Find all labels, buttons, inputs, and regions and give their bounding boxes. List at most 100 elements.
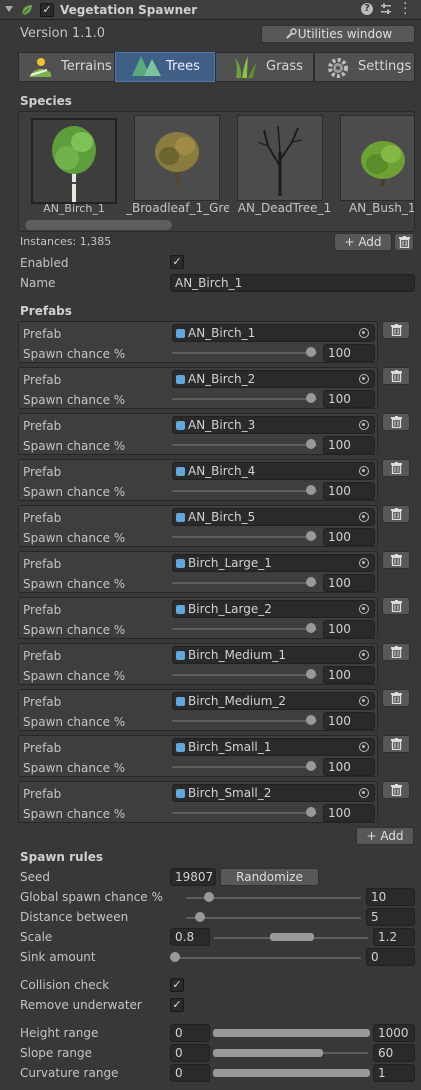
object-picker-icon[interactable]	[359, 374, 369, 384]
remove-prefab-button[interactable]	[382, 551, 410, 569]
tab-terrains[interactable]: Terrains	[18, 52, 115, 82]
component-enabled-checkbox[interactable]: ✓	[40, 3, 54, 17]
spawn-chance-field[interactable]: 100	[323, 758, 375, 776]
species-thumb-3[interactable]	[340, 115, 414, 201]
spawn-chance-field[interactable]: 100	[323, 482, 375, 500]
remove-prefab-button[interactable]	[382, 597, 410, 615]
curvature-min-field[interactable]: 0	[170, 1064, 210, 1082]
spawn-chance-field[interactable]: 100	[323, 620, 375, 638]
spawn-chance-track[interactable]	[172, 398, 317, 400]
prefab-object-field[interactable]: Birch_Large_1	[172, 554, 375, 572]
species-thumb-0[interactable]	[31, 118, 117, 204]
slope-max-field[interactable]: 60	[373, 1044, 415, 1062]
spawn-chance-knob[interactable]	[306, 807, 316, 817]
spawn-chance-field[interactable]: 100	[323, 574, 375, 592]
distance-knob[interactable]	[194, 912, 205, 922]
remove-prefab-button[interactable]	[382, 505, 410, 523]
prefab-object-field[interactable]: Birch_Small_2	[172, 784, 375, 802]
spawn-chance-track[interactable]	[172, 536, 317, 538]
randomize-button[interactable]: Randomize	[220, 868, 319, 886]
tab-grass[interactable]: Grass	[215, 52, 314, 82]
help-icon[interactable]: ?	[361, 3, 373, 15]
object-picker-icon[interactable]	[359, 512, 369, 522]
add-prefab-button[interactable]: + Add	[356, 827, 414, 845]
species-thumb-1[interactable]	[134, 115, 220, 201]
collision-check-checkbox[interactable]: ✓	[170, 978, 184, 992]
spawn-chance-track[interactable]	[172, 674, 317, 676]
tab-settings[interactable]: Settings	[314, 52, 415, 82]
spawn-chance-field[interactable]: 100	[323, 804, 375, 822]
object-picker-icon[interactable]	[359, 604, 369, 614]
object-picker-icon[interactable]	[359, 328, 369, 338]
spawn-chance-field[interactable]: 100	[323, 390, 375, 408]
settings-sliders-icon[interactable]	[380, 3, 392, 15]
prefab-object-field[interactable]: AN_Birch_2	[172, 370, 375, 388]
enabled-checkbox[interactable]: ✓	[170, 255, 184, 269]
spawn-chance-track[interactable]	[172, 490, 317, 492]
object-picker-icon[interactable]	[359, 696, 369, 706]
prefab-object-field[interactable]: AN_Birch_4	[172, 462, 375, 480]
global-spawn-knob[interactable]	[203, 892, 214, 902]
spawn-chance-field[interactable]: 100	[323, 528, 375, 546]
spawn-chance-knob[interactable]	[306, 761, 316, 771]
scale-max-field[interactable]: 1.2	[373, 928, 415, 946]
object-picker-icon[interactable]	[359, 466, 369, 476]
slope-range-handle[interactable]	[213, 1049, 323, 1057]
species-thumb-2[interactable]	[237, 115, 323, 201]
curvature-range-handle[interactable]	[213, 1069, 370, 1077]
object-picker-icon[interactable]	[359, 420, 369, 430]
spawn-chance-track[interactable]	[172, 766, 317, 768]
scale-range-handle[interactable]	[270, 933, 314, 941]
object-picker-icon[interactable]	[359, 650, 369, 660]
seed-field[interactable]: 19807	[170, 868, 216, 886]
remove-species-button[interactable]	[394, 233, 414, 251]
spawn-chance-knob[interactable]	[306, 439, 316, 449]
spawn-chance-knob[interactable]	[306, 623, 316, 633]
name-field[interactable]: AN_Birch_1	[170, 274, 415, 292]
spawn-chance-knob[interactable]	[306, 669, 316, 679]
spawn-chance-track[interactable]	[172, 582, 317, 584]
height-range-handle[interactable]	[213, 1029, 370, 1037]
remove-underwater-checkbox[interactable]: ✓	[170, 998, 184, 1012]
species-scrollbar[interactable]	[25, 220, 172, 230]
height-max-field[interactable]: 1000	[373, 1024, 415, 1042]
prefab-object-field[interactable]: Birch_Large_2	[172, 600, 375, 618]
object-picker-icon[interactable]	[359, 742, 369, 752]
sink-field[interactable]: 0	[366, 948, 415, 966]
prefab-object-field[interactable]: AN_Birch_3	[172, 416, 375, 434]
remove-prefab-button[interactable]	[382, 459, 410, 477]
spawn-chance-track[interactable]	[172, 720, 317, 722]
prefab-object-field[interactable]: Birch_Small_1	[172, 738, 375, 756]
remove-prefab-button[interactable]	[382, 735, 410, 753]
remove-prefab-button[interactable]	[382, 781, 410, 799]
utilities-window-button[interactable]: Utilities window	[261, 25, 415, 43]
scale-min-field[interactable]: 0.8	[170, 928, 210, 946]
spawn-chance-knob[interactable]	[306, 715, 316, 725]
height-min-field[interactable]: 0	[170, 1024, 210, 1042]
prefab-object-field[interactable]: AN_Birch_1	[172, 324, 375, 342]
spawn-chance-knob[interactable]	[306, 485, 316, 495]
spawn-chance-knob[interactable]	[306, 347, 316, 357]
object-picker-icon[interactable]	[359, 788, 369, 798]
spawn-chance-field[interactable]: 100	[323, 436, 375, 454]
distance-track[interactable]	[186, 917, 361, 919]
distance-field[interactable]: 5	[366, 908, 415, 926]
remove-prefab-button[interactable]	[382, 689, 410, 707]
remove-prefab-button[interactable]	[382, 413, 410, 431]
spawn-chance-track[interactable]	[172, 352, 317, 354]
remove-prefab-button[interactable]	[382, 367, 410, 385]
spawn-chance-knob[interactable]	[306, 531, 316, 541]
remove-prefab-button[interactable]	[382, 643, 410, 661]
spawn-chance-field[interactable]: 100	[323, 712, 375, 730]
spawn-chance-field[interactable]: 100	[323, 666, 375, 684]
kebab-menu-icon[interactable]: · · ·	[403, 0, 407, 21]
add-species-button[interactable]: + Add	[334, 233, 392, 251]
prefab-object-field[interactable]: Birch_Medium_2	[172, 692, 375, 710]
spawn-chance-knob[interactable]	[306, 393, 316, 403]
spawn-chance-field[interactable]: 100	[323, 344, 375, 362]
remove-prefab-button[interactable]	[382, 321, 410, 339]
sink-track[interactable]	[170, 957, 361, 959]
spawn-chance-track[interactable]	[172, 812, 317, 814]
spawn-chance-track[interactable]	[172, 628, 317, 630]
sink-knob[interactable]	[170, 952, 180, 962]
